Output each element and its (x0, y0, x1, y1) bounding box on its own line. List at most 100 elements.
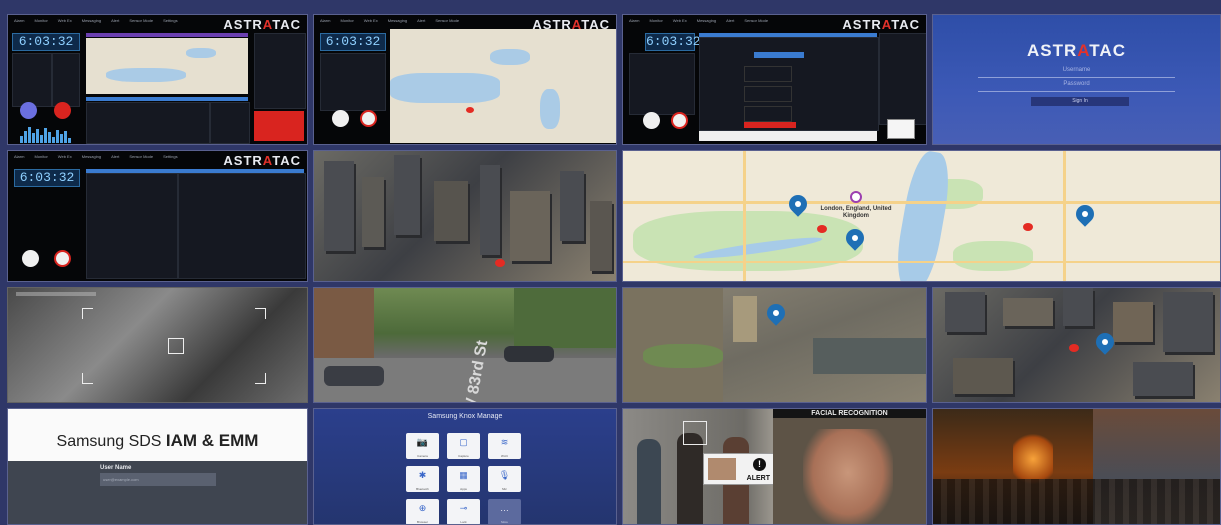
target-reticle (82, 308, 266, 384)
menu-item[interactable]: Messaging (697, 18, 716, 26)
apps-toggle[interactable]: ▦ Apps (447, 466, 480, 492)
call-button[interactable] (332, 110, 349, 127)
menu-item[interactable]: Web Ex (364, 18, 378, 26)
pin-icon[interactable] (1072, 201, 1098, 227)
london-map[interactable]: London, England, United Kingdom (622, 150, 1221, 282)
globe-icon: ⊕ (418, 503, 427, 513)
login-tile[interactable]: ASTRATAC Username Password Sign In (932, 14, 1221, 145)
camera-toggle[interactable]: 📷 Camera (406, 433, 439, 459)
street-view[interactable]: W 83rd St (313, 287, 617, 403)
menu-item[interactable]: Alarm (14, 18, 24, 26)
location-marker[interactable] (817, 225, 827, 233)
camera-icon: 📷 (416, 437, 429, 447)
alarm-button[interactable] (671, 112, 688, 129)
message-input[interactable] (699, 131, 877, 141)
menu-item[interactable]: Monitor (340, 18, 353, 26)
username-field[interactable]: Username (978, 67, 1175, 78)
call-button[interactable] (20, 102, 37, 119)
menu-item[interactable]: Settings (163, 18, 177, 26)
surveillance-feed[interactable] (7, 287, 308, 403)
menu-item[interactable]: Sensor Mode (129, 154, 153, 162)
menu-item[interactable]: Alert (111, 154, 119, 162)
image-icon[interactable] (887, 119, 915, 139)
menu-item[interactable]: Settings (163, 154, 177, 162)
dashboard-tile-1[interactable]: Alarm Monitor Web Ex Messaging Alert Sen… (7, 14, 308, 145)
dashboard-tile-2[interactable]: Alarm Monitor Web Ex Messaging Alert Sen… (313, 14, 617, 145)
riot-scene-feed[interactable] (932, 408, 1221, 525)
menu-item[interactable]: Monitor (34, 18, 47, 26)
key-icon: ⊸ (459, 503, 468, 513)
list-panel[interactable] (86, 173, 178, 279)
menu-item[interactable]: Alarm (320, 18, 330, 26)
iam-title: Samsung SDS IAM & EMM (56, 431, 259, 450)
dashboard-tile-4[interactable]: Alarm Monitor Web Ex Messaging Alert Sen… (7, 150, 308, 282)
menu-item[interactable]: Monitor (649, 18, 662, 26)
menu-item[interactable]: Alert (726, 18, 734, 26)
policy-grid: 📷 Camera ▢ Capture ≋ Wi-Fi ✱ Bluetooth ▦ Apps… (406, 433, 521, 524)
facial-recognition-title: FACIAL RECOGNITION (773, 409, 926, 418)
siren-alert[interactable] (254, 111, 304, 141)
map-view[interactable] (86, 38, 248, 94)
location-marker[interactable] (466, 107, 474, 113)
clock-display: 6:03:32 (645, 33, 701, 51)
menu-item[interactable]: Messaging (82, 18, 101, 26)
menu-item[interactable]: Alarm (14, 154, 24, 162)
sign-in-button[interactable]: Sign In (1031, 97, 1129, 106)
password-field[interactable]: Password (978, 81, 1175, 92)
location-marker[interactable] (1069, 344, 1079, 352)
map-view[interactable] (390, 29, 616, 143)
list-panel (210, 102, 250, 144)
place-marker-icon[interactable] (850, 191, 862, 203)
menu-item[interactable]: Sensor Mode (129, 18, 153, 26)
browser-toggle[interactable]: ⊕ Browser (406, 499, 439, 524)
pin-icon[interactable] (763, 300, 789, 326)
capture-toggle[interactable]: ▢ Capture (447, 433, 480, 459)
video-wall: Alarm Monitor Web Ex Messaging Alert Sen… (0, 0, 1221, 525)
bluetooth-toggle[interactable]: ✱ Bluetooth (406, 466, 439, 492)
menu-item[interactable]: Monitor (34, 154, 47, 162)
control-panel[interactable] (86, 102, 210, 144)
knox-title: Samsung Knox Manage (427, 413, 503, 420)
facial-recognition-panel: FACIAL RECOGNITION (773, 409, 926, 524)
contact-list[interactable] (629, 53, 695, 115)
knox-manage[interactable]: Samsung Knox Manage 📷 Camera ▢ Capture ≋ Wi… (313, 408, 617, 525)
more-icon: … (500, 503, 509, 513)
menu-item[interactable]: Alarm (629, 18, 639, 26)
mic-toggle[interactable]: 🎙 Mic (488, 466, 521, 492)
astratac-logo: ASTRATAC (223, 153, 301, 168)
alarm-button[interactable] (360, 110, 377, 127)
map-header (86, 33, 248, 37)
menu-item[interactable]: Web Ex (58, 18, 72, 26)
clock-display: 6:03:32 (12, 33, 80, 51)
location-marker[interactable] (1023, 223, 1033, 231)
location-marker[interactable] (495, 259, 505, 267)
dashboard-tile-3[interactable]: Alarm Monitor Web Ex Messaging Alert Sen… (622, 14, 927, 145)
clock-display: 6:03:32 (320, 33, 386, 51)
menu-item[interactable]: Sensor Mode (744, 18, 768, 26)
details-panel (879, 33, 926, 125)
menu-item[interactable]: Web Ex (58, 154, 72, 162)
alarm-button[interactable] (54, 102, 71, 119)
face-target-box (683, 421, 707, 445)
wifi-toggle[interactable]: ≋ Wi-Fi (488, 433, 521, 459)
nyc-aerial[interactable] (932, 287, 1221, 403)
facial-recognition-feed[interactable]: ! ALERT FACIAL RECOGNITION (622, 408, 927, 525)
menu-item[interactable]: Web Ex (673, 18, 687, 26)
more-toggle[interactable]: … More (488, 499, 521, 524)
call-button[interactable] (643, 112, 660, 129)
alert-popup[interactable]: ! ALERT (703, 453, 775, 485)
menu-item[interactable]: Alert (111, 18, 119, 26)
iam-emm-login[interactable]: Samsung SDS IAM & EMM User Name user@exa… (7, 408, 308, 525)
menu-item[interactable]: Alert (417, 18, 425, 26)
city-aerial-view[interactable] (313, 150, 617, 282)
user-name-input[interactable]: user@example.com (100, 473, 216, 486)
map-center-label: London, England, United Kingdom (820, 206, 892, 219)
menu-item[interactable]: Messaging (388, 18, 407, 26)
menu-item[interactable]: Sensor Mode (435, 18, 459, 26)
lock-toggle[interactable]: ⊸ Lock (447, 499, 480, 524)
call-button[interactable] (22, 250, 39, 267)
info-panel (254, 33, 306, 109)
westminster-aerial[interactable] (622, 287, 927, 403)
alarm-button[interactable] (54, 250, 71, 267)
menu-item[interactable]: Messaging (82, 154, 101, 162)
